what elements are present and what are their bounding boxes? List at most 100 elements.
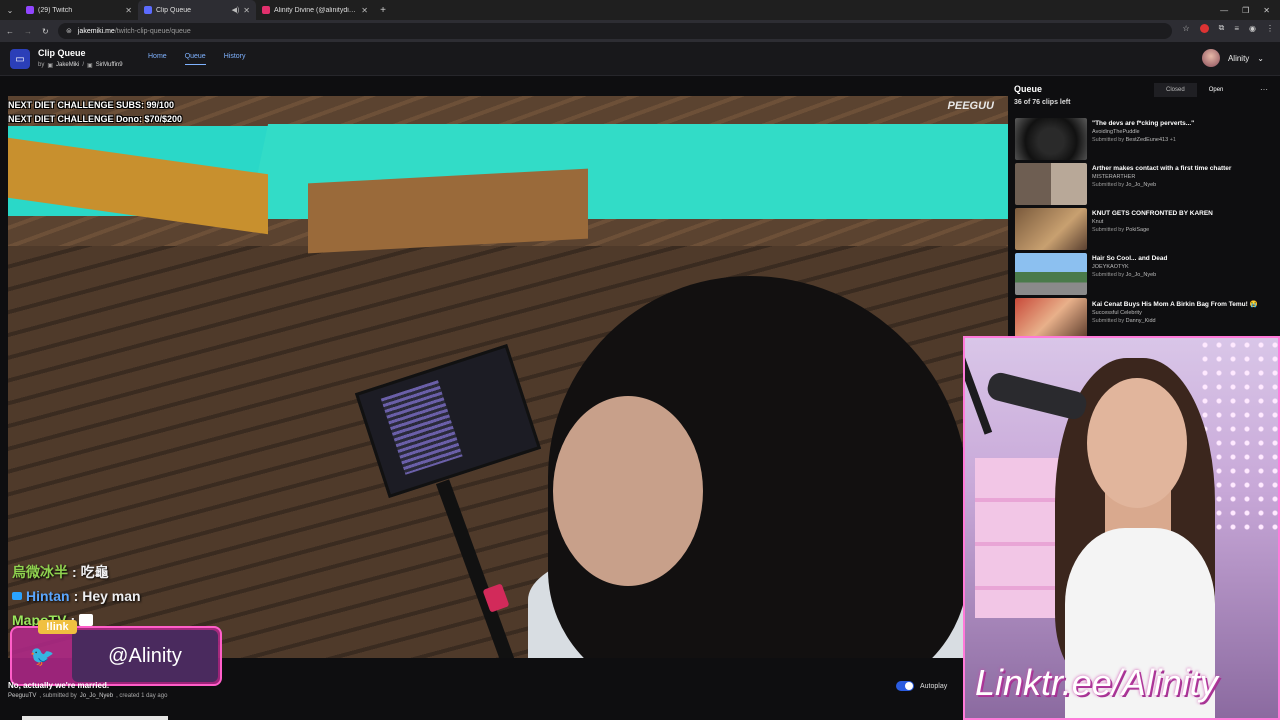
app-header: ▭ Clip Queue by ▣ JakeMiki / ▣ SirMuffin… (0, 42, 1280, 76)
avatar (1201, 49, 1220, 67)
extension-icons: ☆ ⧉ ≡ ◉ ⋮ (1182, 23, 1274, 33)
queue-item-title: "The devs are f*cking perverts..." (1092, 120, 1195, 127)
restore-icon[interactable]: ❐ (1242, 6, 1249, 15)
tab-twitch[interactable]: (29) Twitch ✕ (20, 0, 138, 20)
clip-meta: PeeguuTV , submitted by Jo_Jo_Nyeb , cre… (8, 693, 168, 699)
queue-item-title: Kai Cenat Buys His Mom A Birkin Bag From… (1092, 301, 1258, 308)
queue-item-title: Arther makes contact with a first time c… (1092, 165, 1232, 172)
author-link-sirmuffin[interactable]: SirMuffin9 (96, 62, 123, 69)
url-host: jakemiki.me (77, 27, 115, 35)
social-handle: @Alinity (72, 630, 218, 682)
chat-text: Hey man (82, 588, 141, 604)
twitch-icon: ▣ (47, 63, 54, 69)
tab-title: Clip Queue (156, 6, 192, 14)
nav-home[interactable]: Home (148, 53, 167, 65)
close-icon[interactable]: ✕ (125, 6, 132, 15)
queue-item-title: Hair So Cool... and Dead (1092, 255, 1168, 262)
close-window-icon[interactable]: ✕ (1263, 6, 1270, 15)
queue-thumbnail (1015, 208, 1087, 250)
close-icon[interactable]: ✕ (243, 6, 250, 15)
chevron-down-icon: ⌄ (1257, 53, 1264, 63)
url-path: /twitch-clip-queue/queue (114, 27, 191, 35)
new-tab-icon[interactable]: + (374, 5, 392, 16)
video-frame-table (308, 168, 588, 254)
autoplay-toggle[interactable] (896, 681, 914, 691)
webcam-streamer (1087, 378, 1187, 508)
chat-username: Hintan (26, 588, 70, 604)
user-menu[interactable]: Alinity ⌄ (1201, 49, 1264, 67)
browser-tab-bar: ⌄ (29) Twitch ✕ Clip Queue ◀) ✕ Alinity … (0, 0, 1280, 20)
queue-closed-button[interactable]: Closed (1154, 83, 1197, 97)
extensions-puzzle-icon[interactable]: ⧉ (1219, 23, 1225, 33)
site-info-icon[interactable]: ⊜ (66, 27, 72, 35)
forward-icon[interactable]: → (24, 27, 32, 36)
reload-icon[interactable]: ↻ (42, 27, 49, 36)
queue-thumbnail (1015, 163, 1087, 205)
media-control-icon[interactable]: ≡ (1234, 24, 1239, 33)
queue-open-button[interactable]: Open (1196, 83, 1236, 97)
app-authors: by ▣ JakeMiki / ▣ SirMuffin9 (38, 62, 123, 69)
bottom-strip (22, 716, 168, 720)
queue-item[interactable]: KNUT GETS CONFRONTED BY KAREN Knut Submi… (1015, 208, 1271, 252)
back-icon[interactable]: ← (6, 27, 14, 36)
more-options-icon[interactable]: ⋯ (1260, 85, 1268, 94)
chat-message: Hintan: Hey man (12, 584, 141, 608)
chat-message: 烏微冰半: 吃龜 (12, 560, 141, 584)
window-controls: — ❐ ✕ (1210, 0, 1280, 20)
queue-item[interactable]: Hair So Cool... and Dead JOEYKAOTYK Subm… (1015, 253, 1271, 297)
app-title: Clip Queue (38, 48, 86, 58)
queue-item[interactable]: Arther makes contact with a first time c… (1015, 163, 1271, 207)
speaker-icon[interactable]: ◀) (232, 6, 240, 14)
autoplay-control[interactable]: Autoplay (896, 681, 947, 691)
twitch-favicon-icon (26, 6, 34, 14)
twitter-icon: 🐦 (29, 645, 55, 668)
video-player[interactable]: PEEGUU NEXT DIET CHALLENGE SUBS: 99/100 … (8, 96, 1008, 658)
clip-queue-favicon-icon (144, 6, 152, 14)
channel-watermark: PEEGUU (947, 100, 994, 112)
goal-dono: NEXT DIET CHALLENGE Dono: $70/$200 (8, 114, 183, 124)
profile-icon[interactable]: ◉ (1249, 24, 1256, 33)
goal-subs: NEXT DIET CHALLENGE SUBS: 99/100 (8, 100, 175, 110)
clip-queue-logo-icon[interactable]: ▭ (10, 49, 30, 69)
video-frame-table (8, 137, 268, 235)
chat-username: 烏微冰半 (12, 564, 68, 580)
tab-instagram[interactable]: Alinity Divine (@alinitydivine) - ✕ (256, 0, 374, 20)
queue-item-submitter: Submitted by Jo_Jo_Nyeb (1092, 182, 1157, 188)
queue-item-title: KNUT GETS CONFRONTED BY KAREN (1092, 210, 1213, 217)
url-bar[interactable]: ⊜ jakemiki.me/twitch-clip-queue/queue (58, 23, 1172, 39)
social-overlay: !link 🐦 @Alinity (10, 620, 222, 686)
queue-thumbnail (1015, 118, 1087, 160)
bookmark-star-icon[interactable]: ☆ (1182, 24, 1189, 33)
queue-item-submitter: Submitted by BestZedEune413 +1 (1092, 137, 1176, 143)
author-link-jakemiki[interactable]: JakeMiki (56, 62, 79, 69)
video-frame-person (553, 396, 703, 586)
recording-extension-icon[interactable] (1199, 23, 1209, 33)
webcam-background-shelf (975, 458, 1065, 618)
emote-icon (79, 614, 94, 626)
close-icon[interactable]: ✕ (361, 6, 368, 15)
queue-title: Queue (1014, 84, 1043, 94)
browser-menu-icon[interactable]: ⋮ (1266, 24, 1274, 33)
nav-history[interactable]: History (224, 53, 246, 65)
queue-item[interactable]: "The devs are f*cking perverts..." Avoid… (1015, 118, 1271, 162)
queue-item-channel: Successful Celebrity (1092, 310, 1142, 316)
nav-queue[interactable]: Queue (184, 53, 206, 65)
twitch-icon: ▣ (87, 63, 93, 69)
minimize-icon[interactable]: — (1220, 6, 1228, 15)
queue-status-toggle: Closed Open (1154, 83, 1236, 97)
stream-goal-overlay: NEXT DIET CHALLENGE SUBS: 99/100 NEXT DI… (8, 98, 182, 126)
main-nav: Home Queue History (148, 53, 246, 65)
tab-title: (29) Twitch (38, 6, 73, 14)
queue-item-submitter: Submitted by Danny_Kidd (1092, 318, 1156, 324)
webcam-link-text: Linktr.ee/Alinity (975, 662, 1218, 703)
clip-submitter[interactable]: Jo_Jo_Nyeb (80, 693, 113, 699)
subscriber-badge-icon (12, 592, 22, 600)
clip-title: No, actually we're married. (8, 681, 110, 690)
clip-channel[interactable]: PeeguuTV (8, 693, 36, 699)
tab-search-icon[interactable]: ⌄ (0, 0, 20, 20)
queue-panel: Queue 36 of 76 clips left Closed Open ⋯ … (1010, 80, 1272, 340)
queue-thumbnail (1015, 253, 1087, 295)
link-command-tag: !link (38, 620, 77, 634)
queue-thumbnail (1015, 298, 1087, 340)
tab-clip-queue[interactable]: Clip Queue ◀) ✕ (138, 0, 256, 20)
